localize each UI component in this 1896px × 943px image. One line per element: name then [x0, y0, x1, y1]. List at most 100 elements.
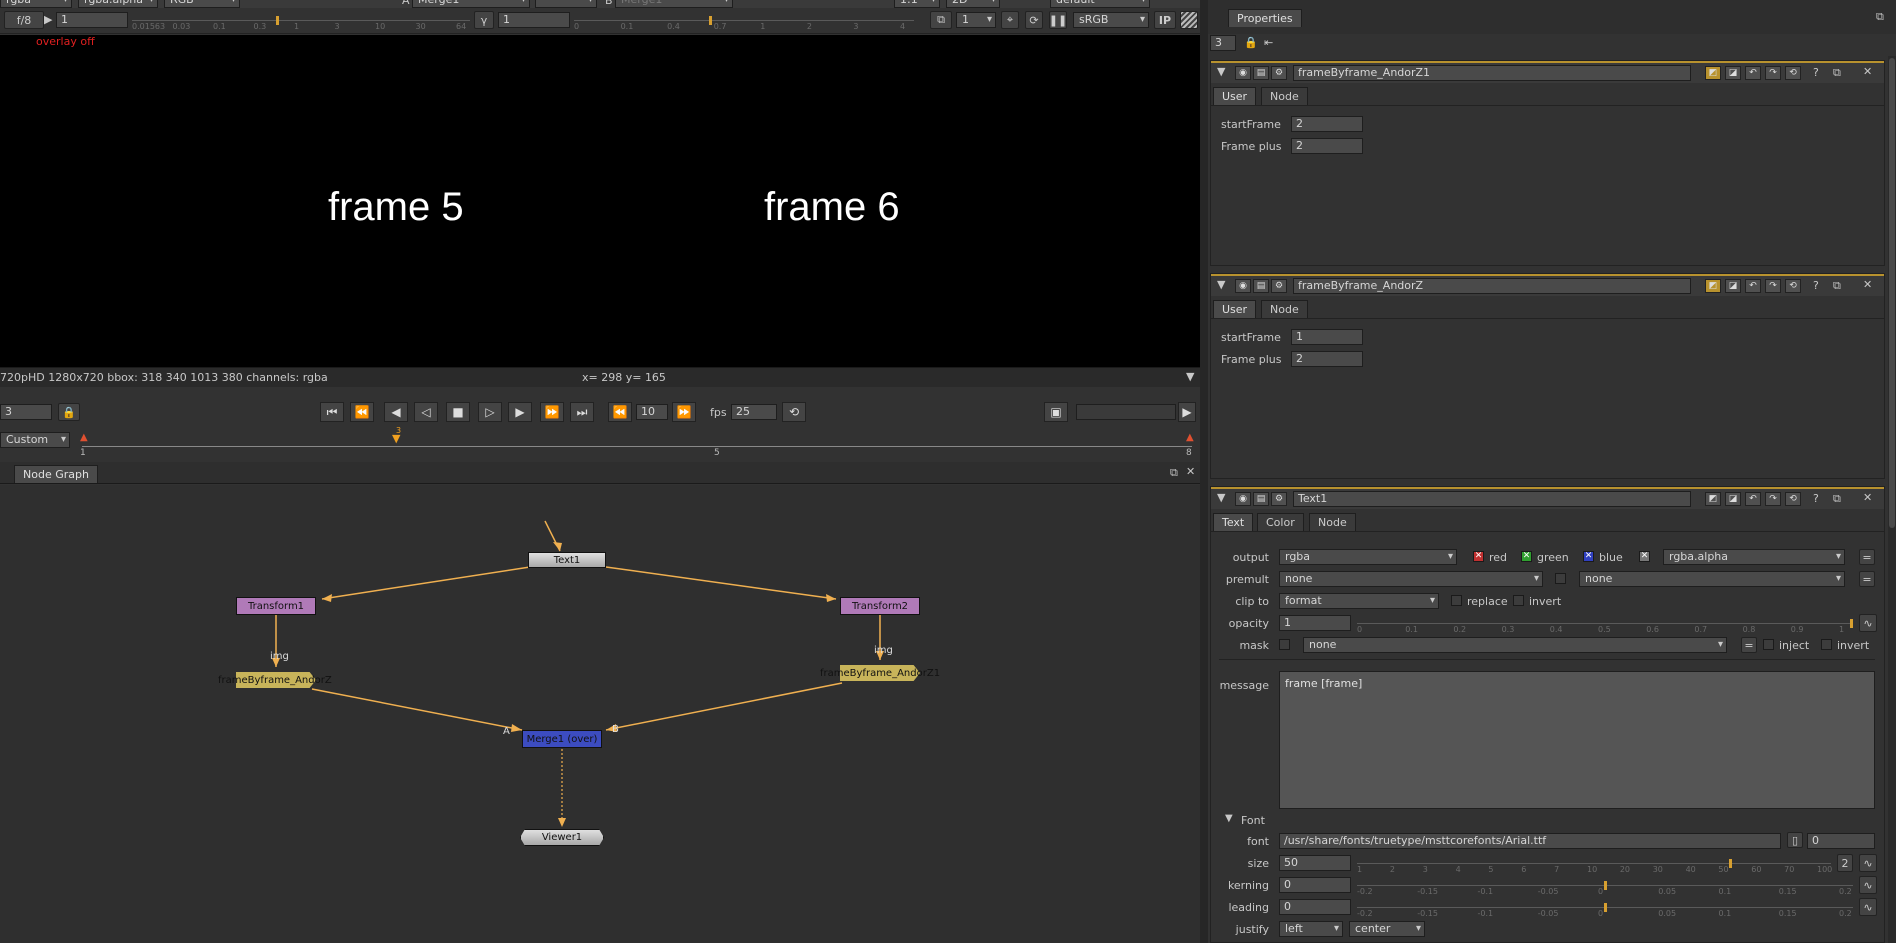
undo-icon[interactable]: ↶ [1745, 66, 1761, 80]
undo-icon[interactable]: ↶ [1745, 279, 1761, 293]
prev-keyframe-button[interactable]: ⏪ [350, 402, 374, 422]
tab-node[interactable]: Node [1261, 300, 1308, 318]
alpha-channel-dropdown[interactable]: rgba.alpha [78, 0, 158, 8]
revert-icon[interactable]: ⟲ [1785, 66, 1801, 80]
play-forward-button[interactable]: ▶ [508, 402, 532, 422]
mask-dropdown[interactable]: none [1303, 637, 1727, 653]
skip-forward-button[interactable]: ⏩ [672, 402, 696, 422]
input-icon[interactable]: ▤ [1253, 66, 1269, 80]
close-icon[interactable]: ✕ [1863, 491, 1872, 504]
slider-handle[interactable] [1729, 859, 1733, 868]
proxy-dropdown[interactable]: 1 [956, 12, 996, 28]
view-node-icon[interactable]: ◉ [1235, 66, 1251, 80]
fps-input[interactable]: 25 [731, 404, 777, 420]
pane-divider[interactable] [1200, 0, 1208, 943]
gamma-button[interactable]: γ [474, 11, 494, 29]
tab-node[interactable]: Node [1309, 513, 1356, 531]
curve-icon[interactable]: ∿ [1859, 898, 1877, 916]
font-path-input[interactable]: /usr/share/fonts/truetype/msttcorefonts/… [1279, 833, 1781, 849]
alpha-checkbox[interactable]: ✕ [1639, 551, 1650, 562]
tab-user[interactable]: User [1213, 300, 1257, 318]
replace-checkbox[interactable] [1451, 595, 1462, 606]
folder-icon[interactable]: ▯ [1787, 832, 1803, 848]
frame-plus-input[interactable]: 2 [1291, 351, 1363, 367]
properties-scrollbar[interactable] [1888, 56, 1896, 943]
play-backward-button[interactable]: ◀ [384, 402, 408, 422]
alpha-channel-dropdown[interactable]: rgba.alpha [1663, 549, 1845, 565]
gamma-input[interactable]: 1 [498, 12, 570, 28]
timeline-ruler[interactable]: ▲ ▼ 3 ▲ 1 5 8 [80, 426, 1194, 458]
range-mode-dropdown[interactable]: Custom [0, 432, 70, 448]
node-graph-canvas[interactable]: Text1 Transform1 Transform2 img img fram… [0, 485, 1200, 943]
float-icon[interactable]: ⧉ [1833, 492, 1841, 506]
float-panel-icon[interactable]: ⧉ [1876, 10, 1884, 24]
play-arrow-icon[interactable]: ▶ [44, 13, 52, 26]
curve-icon[interactable]: ∿ [1859, 614, 1877, 632]
blend-mode-dropdown[interactable] [535, 0, 597, 8]
step-back-button[interactable]: ◁ [414, 402, 438, 422]
font-index-input[interactable]: 0 [1807, 833, 1875, 849]
blue-checkbox[interactable]: ✕ [1583, 551, 1594, 562]
current-frame-input[interactable]: 3 [0, 404, 52, 420]
collapse-icon[interactable]: ▼ [1217, 278, 1225, 291]
tab-user[interactable]: User [1213, 87, 1257, 105]
gamma-slider[interactable]: 0 0.1 0.4 0.7 1 2 3 4 [574, 16, 914, 34]
node-text1[interactable]: Text1 [528, 552, 606, 568]
next-keyframe-button[interactable]: ⏩ [540, 402, 564, 422]
undo-icon[interactable]: ↶ [1745, 492, 1761, 506]
link-button[interactable]: = [1741, 637, 1757, 653]
view-node-icon[interactable]: ◉ [1235, 492, 1251, 506]
red-checkbox[interactable]: ✕ [1473, 551, 1484, 562]
redo-icon[interactable]: ↷ [1765, 66, 1781, 80]
help-icon[interactable]: ? [1813, 279, 1819, 292]
help-icon[interactable]: ? [1813, 492, 1819, 505]
opacity-slider[interactable]: 0 0.1 0.2 0.3 0.4 0.5 0.6 0.7 0.8 0.9 1 [1357, 619, 1853, 637]
font-section-label[interactable]: Font [1241, 814, 1265, 827]
fstop-button[interactable]: f/8 [4, 11, 44, 29]
slider-handle[interactable] [708, 16, 712, 25]
edit-icon[interactable]: ◪ [1725, 279, 1741, 293]
float-icon[interactable]: ⧉ [1833, 66, 1841, 80]
input-b-dropdown[interactable]: Merge1 [615, 0, 733, 8]
startframe-input[interactable]: 1 [1291, 329, 1363, 345]
close-icon[interactable]: ✕ [1186, 465, 1195, 478]
kerning-input[interactable]: 0 [1279, 877, 1351, 893]
output-dropdown[interactable]: rgba [1279, 549, 1457, 565]
edit-icon[interactable]: ◪ [1725, 492, 1741, 506]
mask-checkbox[interactable] [1279, 639, 1290, 650]
link-button[interactable]: = [1859, 571, 1875, 587]
node-name-input[interactable]: frameByframe_AndorZ1 [1293, 65, 1691, 81]
justify-horizontal-dropdown[interactable]: left [1279, 921, 1343, 937]
help-icon[interactable]: ? [1813, 66, 1819, 79]
max-panels-input[interactable]: 3 [1210, 35, 1236, 51]
clear-panels-icon[interactable]: ⇤ [1264, 36, 1273, 49]
view-mode-dropdown[interactable]: 2D [946, 0, 1000, 8]
redo-icon[interactable]: ↷ [1765, 279, 1781, 293]
font-section-toggle-icon[interactable]: ▼ [1225, 813, 1233, 824]
lut-dropdown[interactable]: default [1050, 0, 1150, 8]
render-range-input[interactable] [1076, 404, 1176, 420]
opacity-input[interactable]: 1 [1279, 615, 1351, 631]
justify-vertical-dropdown[interactable]: center [1349, 921, 1425, 937]
lock-icon[interactable]: 🔒 [1244, 36, 1258, 49]
refresh-icon[interactable]: ⟳ [1025, 11, 1043, 29]
message-textarea[interactable]: frame [frame] [1279, 671, 1875, 809]
tab-text[interactable]: Text [1213, 513, 1254, 531]
node-viewer1[interactable]: Viewer1 [520, 829, 604, 846]
chevron-down-icon[interactable]: ▼ [1186, 370, 1194, 383]
revert-icon[interactable]: ⟲ [1785, 279, 1801, 293]
link-button[interactable]: = [1859, 549, 1875, 565]
display-colorspace-dropdown[interactable]: sRGB [1073, 12, 1149, 28]
float-panel-icon[interactable]: ⧉ [1170, 466, 1178, 480]
settings-icon[interactable]: ⚙ [1271, 66, 1287, 80]
out-point-marker[interactable]: ▲ [1186, 432, 1194, 443]
size-slider[interactable]: 1 2 3 4 5 6 7 10 20 30 40 50 60 70 100 [1357, 859, 1832, 877]
slider-handle[interactable] [1603, 903, 1607, 912]
node-name-input[interactable]: Text1 [1293, 491, 1691, 507]
settings-icon[interactable]: ⚙ [1271, 279, 1287, 293]
channels-dropdown[interactable]: rgba [0, 0, 72, 8]
gain-slider[interactable]: 0.01563 0.03 0.1 0.3 1 3 10 30 64 [132, 16, 470, 34]
slider-handle[interactable] [276, 16, 280, 25]
node-name-input[interactable]: frameByframe_AndorZ [1293, 278, 1691, 294]
slider-handle[interactable] [1850, 619, 1853, 628]
